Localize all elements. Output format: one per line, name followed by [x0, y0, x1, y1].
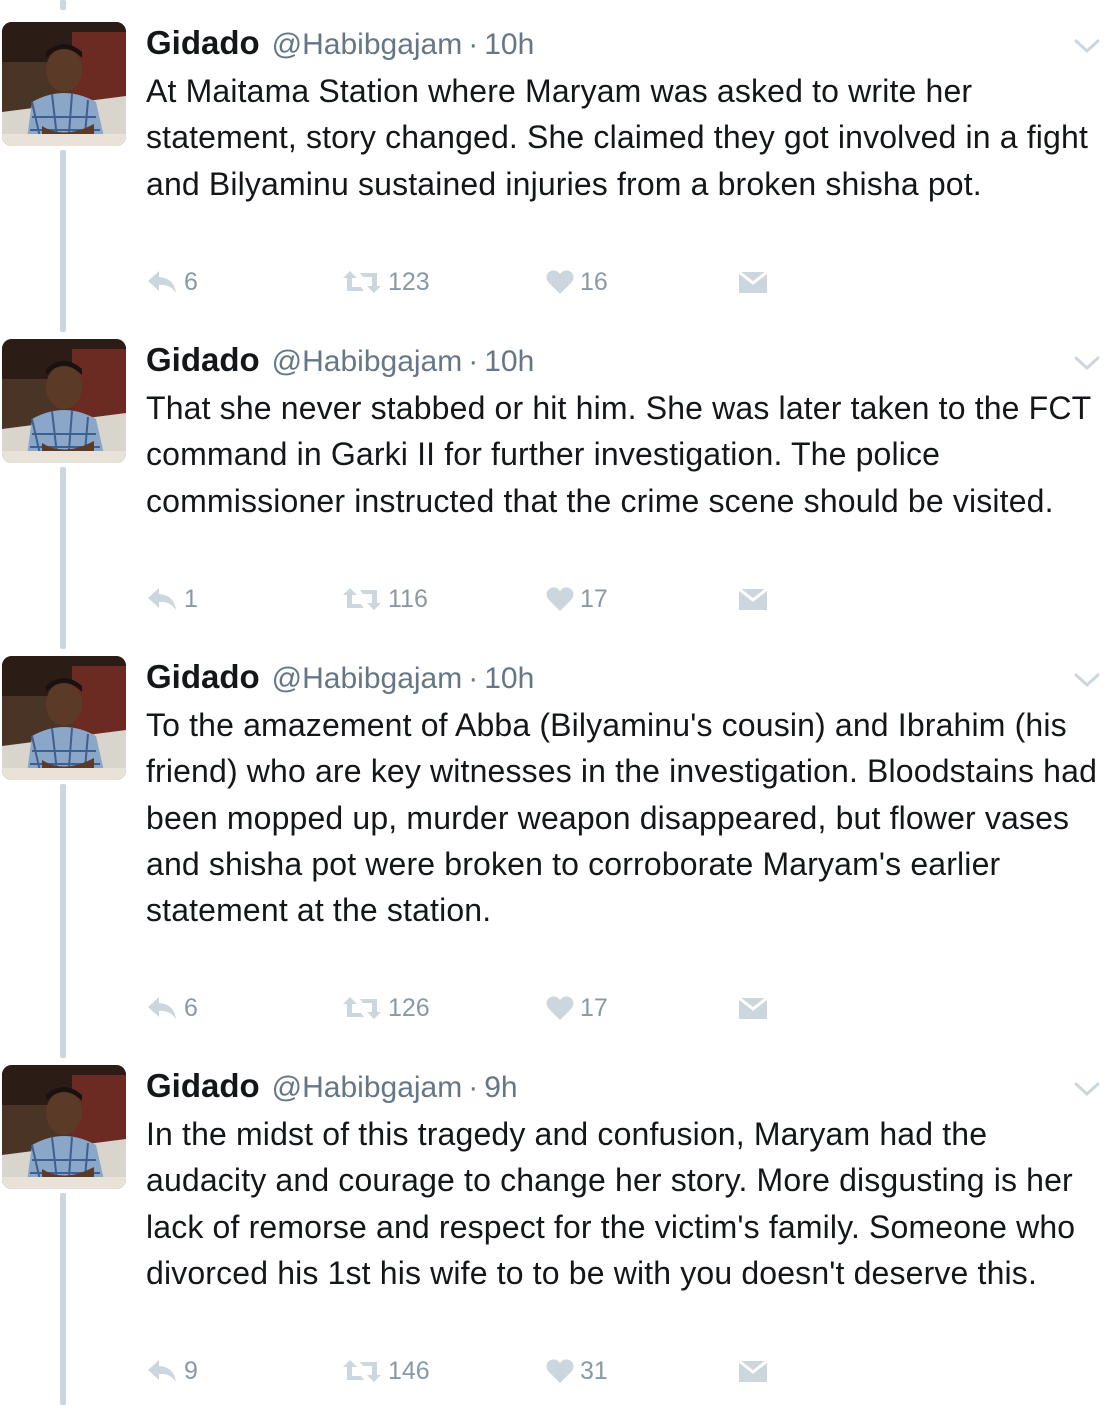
- retweet-icon: [343, 997, 381, 1019]
- author-name[interactable]: Gidado: [146, 1067, 260, 1105]
- tweet-actions: 6 123 16: [146, 264, 846, 300]
- retweet-count: 123: [388, 267, 430, 296]
- direct-message-button[interactable]: [738, 264, 768, 300]
- thread-line: [60, 784, 66, 1058]
- avatar[interactable]: [2, 339, 126, 463]
- like-count: 16: [580, 267, 608, 296]
- heart-icon: [546, 587, 574, 611]
- reply-icon: [148, 588, 176, 610]
- like-button[interactable]: 17: [546, 581, 608, 617]
- retweet-count: 146: [388, 1356, 430, 1385]
- reply-count: 1: [184, 584, 198, 613]
- timestamp[interactable]: 10h: [484, 28, 534, 62]
- tweet-text: In the midst of this tragedy and confusi…: [146, 1116, 1076, 1291]
- envelope-icon: [738, 270, 768, 293]
- reply-button[interactable]: 6: [146, 264, 198, 300]
- timestamp[interactable]: 10h: [484, 662, 534, 696]
- retweet-count: 126: [388, 993, 430, 1022]
- direct-message-button[interactable]: [738, 990, 768, 1026]
- avatar[interactable]: [2, 1065, 126, 1189]
- like-count: 17: [580, 584, 608, 613]
- retweet-icon: [343, 588, 381, 610]
- direct-message-button[interactable]: [738, 1353, 768, 1389]
- avatar[interactable]: [2, 656, 126, 780]
- separator: ·: [468, 28, 479, 61]
- author-name[interactable]: Gidado: [146, 341, 260, 379]
- chevron-down-icon[interactable]: [1074, 355, 1100, 371]
- timestamp[interactable]: 9h: [484, 1071, 517, 1105]
- like-count: 31: [580, 1356, 608, 1385]
- reply-icon: [148, 1360, 176, 1382]
- tweet-header: Gidado @Habibgajam · 10h: [146, 24, 534, 68]
- chevron-down-icon[interactable]: [1074, 38, 1100, 54]
- reply-button[interactable]: 1: [146, 581, 198, 617]
- avatar[interactable]: [2, 22, 126, 146]
- retweet-button[interactable]: 123: [342, 264, 430, 300]
- author-handle[interactable]: @Habibgajam: [272, 1071, 463, 1105]
- tweet-actions: 6 126 17: [146, 990, 846, 1026]
- thread-line: [60, 150, 66, 332]
- author-handle[interactable]: @Habibgajam: [272, 345, 463, 379]
- chevron-down-icon[interactable]: [1074, 672, 1100, 688]
- direct-message-button[interactable]: [738, 581, 768, 617]
- separator: ·: [468, 662, 479, 695]
- thread-line: [60, 467, 66, 649]
- reply-button[interactable]: 9: [146, 1353, 198, 1389]
- retweet-button[interactable]: 116: [342, 581, 428, 617]
- heart-icon: [546, 1359, 574, 1383]
- reply-button[interactable]: 6: [146, 990, 198, 1026]
- tweet-actions: 9 146 31: [146, 1353, 846, 1389]
- like-button[interactable]: 31: [546, 1353, 608, 1389]
- tweet-text: That she never stabbed or hit him. She w…: [146, 390, 1091, 519]
- retweet-icon: [343, 1360, 381, 1382]
- chevron-down-icon[interactable]: [1074, 1081, 1100, 1097]
- heart-icon: [546, 270, 574, 294]
- retweet-count: 116: [388, 584, 428, 613]
- like-count: 17: [580, 993, 608, 1022]
- tweet-actions: 1 116 17: [146, 581, 846, 617]
- like-button[interactable]: 16: [546, 264, 608, 300]
- like-button[interactable]: 17: [546, 990, 608, 1026]
- retweet-icon: [343, 271, 381, 293]
- reply-count: 6: [184, 267, 198, 296]
- author-name[interactable]: Gidado: [146, 658, 260, 696]
- timestamp[interactable]: 10h: [484, 345, 534, 379]
- author-handle[interactable]: @Habibgajam: [272, 662, 463, 696]
- envelope-icon: [738, 996, 768, 1019]
- reply-count: 6: [184, 993, 198, 1022]
- separator: ·: [468, 345, 479, 378]
- envelope-icon: [738, 1359, 768, 1382]
- envelope-icon: [738, 587, 768, 610]
- tweet-text: To the amazement of Abba (Bilyaminu's co…: [146, 707, 1098, 929]
- thread-line: [60, 0, 66, 10]
- reply-icon: [148, 271, 176, 293]
- author-handle[interactable]: @Habibgajam: [272, 28, 463, 62]
- tweet-header: Gidado @Habibgajam · 10h: [146, 658, 534, 702]
- tweet-text: At Maitama Station where Maryam was aske…: [146, 73, 1088, 202]
- tweet-header: Gidado @Habibgajam · 9h: [146, 1067, 518, 1111]
- reply-icon: [148, 997, 176, 1019]
- retweet-button[interactable]: 146: [342, 1353, 430, 1389]
- retweet-button[interactable]: 126: [342, 990, 430, 1026]
- reply-count: 9: [184, 1356, 198, 1385]
- thread-line: [60, 1193, 66, 1405]
- author-name[interactable]: Gidado: [146, 24, 260, 62]
- separator: ·: [468, 1071, 479, 1104]
- tweet-header: Gidado @Habibgajam · 10h: [146, 341, 534, 385]
- heart-icon: [546, 996, 574, 1020]
